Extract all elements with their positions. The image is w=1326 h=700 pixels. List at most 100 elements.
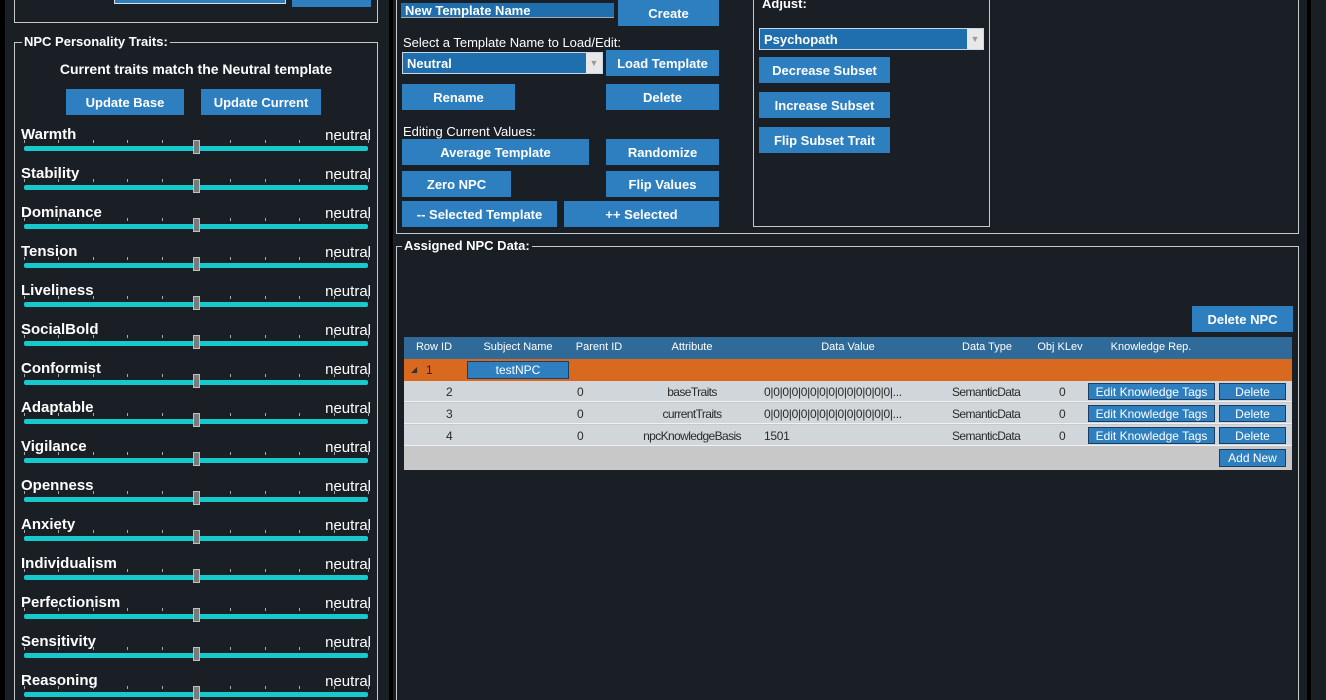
select-template-label: Select a Template Name to Load/Edit: xyxy=(403,35,621,50)
slider-tick xyxy=(92,608,94,611)
slider-tick xyxy=(58,647,60,650)
trait-slider-thumb[interactable] xyxy=(193,647,200,661)
slider-tick xyxy=(127,140,129,143)
col-obj-klev[interactable]: Obj KLev xyxy=(1037,341,1082,353)
npc-data-legend: Assigned NPC Data: xyxy=(402,238,532,253)
trait-slider-thumb[interactable] xyxy=(193,257,200,271)
col-subject-name[interactable]: Subject Name xyxy=(483,341,552,353)
trait-slider-row: Reasoning neutral xyxy=(21,672,371,700)
cell-obj-klev: 0 xyxy=(1059,407,1066,421)
slider-tick xyxy=(333,218,335,221)
parent-row-id: 1 xyxy=(426,363,433,377)
subset-select[interactable]: Psychopath ▼ xyxy=(759,28,984,50)
trait-slider-thumb[interactable] xyxy=(193,179,200,193)
cell-data-value: 0|0|0|0|0|0|0|0|0|0|0|0|0|0|... xyxy=(764,385,902,399)
load-template-button[interactable]: Load Template xyxy=(606,50,719,76)
slider-tick xyxy=(127,686,129,689)
trait-slider-thumb[interactable] xyxy=(193,296,200,310)
slider-tick xyxy=(127,491,129,494)
table-row[interactable]: 3 0 currentTraits 0|0|0|0|0|0|0|0|0|0|0|… xyxy=(404,403,1292,424)
table-row[interactable]: 4 0 npcKnowledgeBasis 1501 SemanticData … xyxy=(404,425,1292,446)
slider-tick xyxy=(58,413,60,416)
slider-tick xyxy=(368,452,369,455)
edit-knowledge-tags-button[interactable]: Edit Knowledge Tags xyxy=(1088,427,1215,444)
top-cutoff-field[interactable] xyxy=(114,0,286,4)
update-base-button[interactable]: Update Base xyxy=(66,89,184,115)
delete-row-button[interactable]: Delete xyxy=(1219,383,1286,400)
slider-tick xyxy=(264,413,266,416)
slider-tick xyxy=(230,374,232,377)
col-knowledge-rep[interactable]: Knowledge Rep. xyxy=(1111,341,1192,353)
table-row-parent[interactable]: ◢ 1 testNPC xyxy=(404,359,1292,381)
trait-slider-thumb[interactable] xyxy=(193,374,200,388)
zero-npc-button[interactable]: Zero NPC xyxy=(402,171,511,197)
trait-slider-thumb[interactable] xyxy=(193,413,200,427)
average-template-button[interactable]: Average Template xyxy=(402,139,589,165)
add-new-button[interactable]: Add New xyxy=(1219,449,1286,467)
template-select[interactable]: Neutral ▼ xyxy=(402,52,603,74)
slider-tick xyxy=(299,140,301,143)
trait-slider-row: Openness neutral xyxy=(21,477,371,516)
slider-tick xyxy=(264,218,266,221)
rename-button[interactable]: Rename xyxy=(402,84,515,110)
update-current-button[interactable]: Update Current xyxy=(201,89,321,115)
chevron-down-icon[interactable]: ▼ xyxy=(967,29,983,49)
col-parent-id[interactable]: Parent ID xyxy=(576,341,622,353)
subject-name-cell[interactable]: testNPC xyxy=(467,361,569,379)
edit-knowledge-tags-button[interactable]: Edit Knowledge Tags xyxy=(1088,383,1215,400)
trait-slider-thumb[interactable] xyxy=(193,218,200,232)
col-data-type[interactable]: Data Type xyxy=(962,341,1012,353)
trait-slider-thumb[interactable] xyxy=(193,140,200,154)
col-data-value[interactable]: Data Value xyxy=(821,341,875,353)
delete-template-button[interactable]: Delete xyxy=(606,84,719,110)
slider-tick xyxy=(161,413,163,416)
trait-slider-thumb[interactable] xyxy=(193,335,200,349)
trait-slider-thumb[interactable] xyxy=(193,530,200,544)
trait-slider-thumb[interactable] xyxy=(193,608,200,622)
slider-tick xyxy=(333,452,335,455)
plus-selected-button[interactable]: ++ Selected xyxy=(564,201,719,227)
slider-tick xyxy=(333,491,335,494)
new-template-name-field[interactable]: New Template Name xyxy=(401,3,614,18)
slider-tick xyxy=(161,491,163,494)
flip-values-button[interactable]: Flip Values xyxy=(606,171,719,197)
trait-slider-row: Tension neutral xyxy=(21,243,371,282)
trait-slider-row: Warmth neutral xyxy=(21,126,371,165)
slider-tick xyxy=(299,374,301,377)
trait-value: neutral xyxy=(325,361,371,378)
slider-tick xyxy=(127,530,129,533)
slider-tick xyxy=(264,179,266,182)
decrease-subset-button[interactable]: Decrease Subset xyxy=(759,57,890,83)
col-row-id[interactable]: Row ID xyxy=(416,341,452,353)
chevron-down-icon[interactable]: ▼ xyxy=(586,53,602,73)
slider-tick xyxy=(127,335,129,338)
slider-tick xyxy=(24,530,25,533)
cell-data-value: 1501 xyxy=(764,429,790,443)
slider-tick xyxy=(264,647,266,650)
randomize-button[interactable]: Randomize xyxy=(606,139,719,165)
trait-value: neutral xyxy=(325,127,371,144)
trait-slider-thumb[interactable] xyxy=(193,491,200,505)
trait-slider-thumb[interactable] xyxy=(193,686,200,700)
npc-data-frame xyxy=(396,246,1299,700)
create-button[interactable]: Create xyxy=(618,0,719,26)
delete-row-button[interactable]: Delete xyxy=(1219,405,1286,422)
slider-tick xyxy=(368,374,369,377)
table-row[interactable]: 2 0 baseTraits 0|0|0|0|0|0|0|0|0|0|0|0|0… xyxy=(404,381,1292,402)
cell-data-type: SemanticData xyxy=(952,407,1021,421)
increase-subset-button[interactable]: Increase Subset xyxy=(759,92,890,118)
slider-tick xyxy=(264,374,266,377)
trait-slider-row: Individualism neutral xyxy=(21,555,371,594)
edit-knowledge-tags-button[interactable]: Edit Knowledge Tags xyxy=(1088,405,1215,422)
trait-slider-thumb[interactable] xyxy=(193,569,200,583)
col-attribute[interactable]: Attribute xyxy=(672,341,713,353)
minus-selected-template-button[interactable]: -- Selected Template xyxy=(402,201,557,227)
trait-slider-thumb[interactable] xyxy=(193,452,200,466)
flip-subset-trait-button[interactable]: Flip Subset Trait xyxy=(759,127,890,153)
slider-tick xyxy=(24,608,25,611)
expand-toggle-icon[interactable]: ◢ xyxy=(411,365,417,374)
top-cutoff-button[interactable] xyxy=(292,0,371,7)
delete-row-button[interactable]: Delete xyxy=(1219,427,1286,444)
slider-tick xyxy=(333,569,335,572)
delete-npc-button[interactable]: Delete NPC xyxy=(1192,306,1293,332)
